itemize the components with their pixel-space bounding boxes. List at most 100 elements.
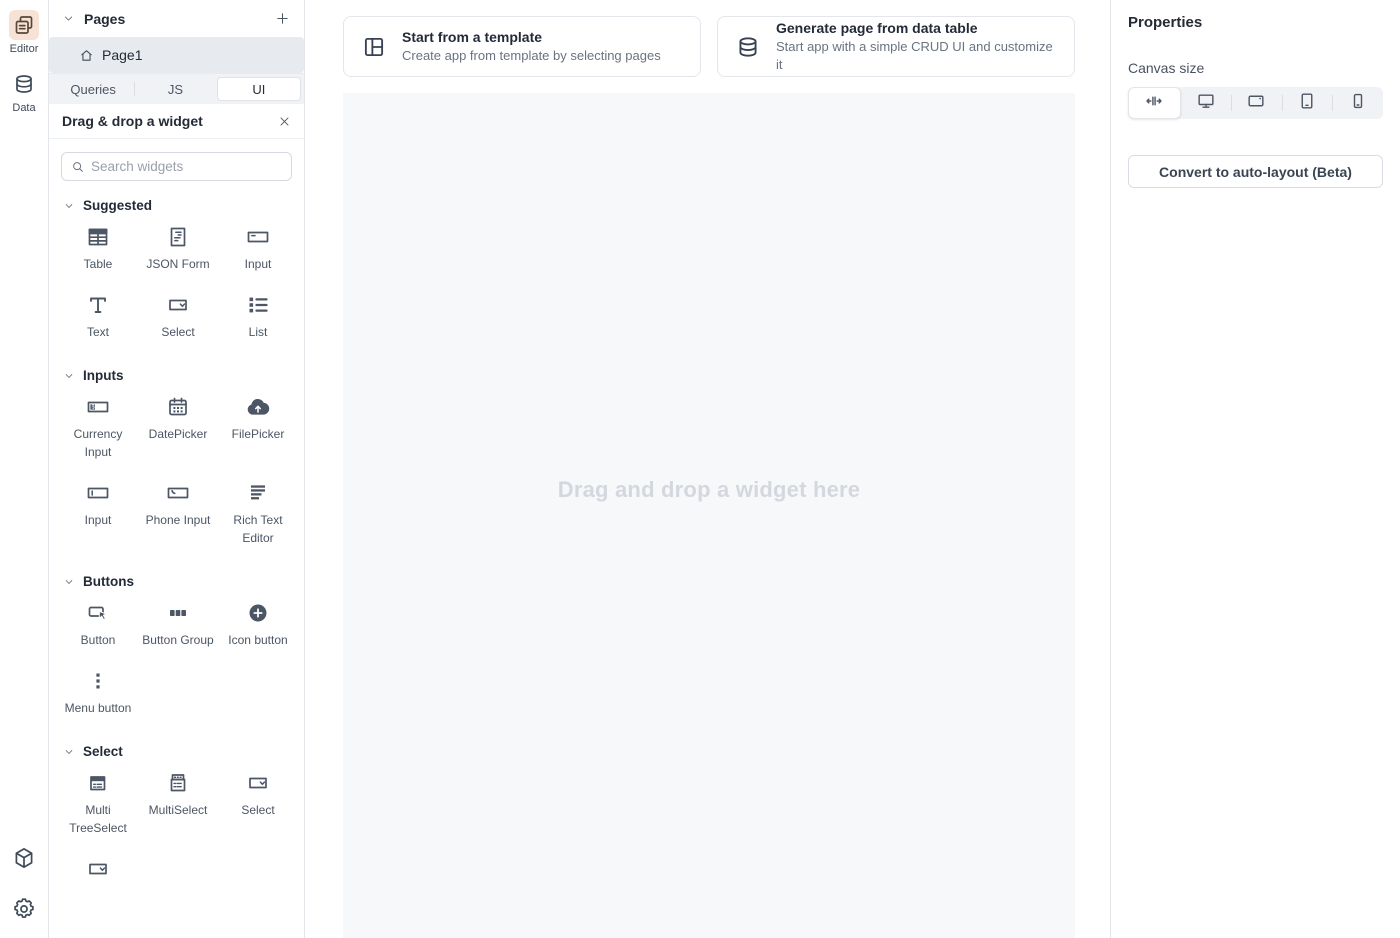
close-icon[interactable]: [278, 115, 291, 128]
widget-item-button[interactable]: Button: [58, 600, 138, 649]
widget-panel-header: Drag & drop a widget: [49, 104, 304, 139]
canvas-size-tablet-landscape[interactable]: [1231, 87, 1282, 119]
main-area: Start from a templateCreate app from tem…: [305, 0, 1110, 938]
tab-ui[interactable]: UI: [217, 77, 301, 101]
pages-title: Pages: [84, 11, 265, 27]
widget-item-label: List: [249, 323, 268, 341]
widget-item-currency-input[interactable]: $Currency Input: [58, 394, 138, 461]
widget-grid: Multi TreeSelectMultiSelect Select: [49, 770, 304, 894]
widget-item-select[interactable]: Select: [138, 292, 218, 341]
list-icon: [246, 292, 270, 318]
currency-input-icon: $: [86, 394, 110, 420]
button-icon: [86, 600, 110, 626]
widget-item-label: Button: [81, 631, 116, 649]
widget-item-select[interactable]: Select: [218, 770, 298, 837]
svg-text:$: $: [92, 405, 95, 411]
widget-grid: $Currency Input DatePicker FilePicker Input…: [49, 394, 304, 559]
app-root: Editor Data Pages Page1 QueriesJSUI Drag …: [0, 0, 1400, 938]
widget-item-label: DatePicker: [149, 425, 208, 443]
phone-input-icon: [166, 480, 190, 506]
rail-item-libraries[interactable]: [12, 846, 36, 875]
canvas-drop-area[interactable]: Drag and drop a widget here: [343, 93, 1075, 938]
editor-icon: [9, 10, 39, 40]
json-form-icon: [166, 224, 190, 250]
widget-section-suggested: Suggested Table JSON Form Input TextSelect Li…: [49, 183, 304, 353]
card-title: Generate page from data table: [776, 19, 1057, 38]
menu-button-icon: [86, 668, 110, 694]
starter-cards: Start from a templateCreate app from tem…: [343, 16, 1075, 77]
canvas-size-mobile[interactable]: [1332, 87, 1383, 119]
widget-item-datepicker[interactable]: DatePicker: [138, 394, 218, 461]
rail-item-label: Data: [12, 102, 35, 114]
widget-item-label: JSON Form: [146, 255, 209, 273]
widget-item-text[interactable]: Text: [58, 292, 138, 341]
page-item-label: Page1: [102, 47, 142, 63]
template-icon: [361, 34, 387, 60]
datepicker-icon: [166, 394, 190, 420]
rail-item-data[interactable]: Data: [9, 69, 39, 114]
card-title: Start from a template: [402, 28, 661, 47]
widget-item-icon-button[interactable]: Icon button: [218, 600, 298, 649]
widget-search-box: [61, 152, 292, 181]
properties-title: Properties: [1128, 14, 1383, 31]
mobile-icon: [1348, 91, 1368, 116]
cube-icon: [12, 846, 36, 875]
widget-item-input[interactable]: Input: [218, 224, 298, 273]
widget-item-phone-input[interactable]: Phone Input: [138, 480, 218, 547]
canvas-size-label: Canvas size: [1128, 60, 1383, 76]
widget-item-label: Icon button: [228, 631, 287, 649]
widget-section-header-buttons[interactable]: Buttons: [49, 559, 304, 600]
left-rail-bottom: [12, 846, 36, 928]
card-subtitle: Start app with a simple CRUD UI and cust…: [776, 38, 1057, 74]
card-generate-page-from-data-table[interactable]: Generate page from data tableStart app w…: [717, 16, 1075, 77]
widget-item-label: Phone Input: [146, 511, 211, 529]
chevron-down-icon: [64, 747, 74, 757]
table-icon: [86, 224, 110, 250]
widget-item-button-group[interactable]: Button Group: [138, 600, 218, 649]
widget-item-input[interactable]: Input: [58, 480, 138, 547]
widget-item-label: Multi TreeSelect: [60, 801, 136, 837]
widget-item-label: Menu button: [65, 699, 132, 717]
canvas-size-desktop[interactable]: [1181, 87, 1232, 119]
widget-section-title: Suggested: [83, 198, 152, 213]
widget-item-rich-text-editor[interactable]: Rich Text Editor: [218, 480, 298, 547]
chevron-down-icon[interactable]: [63, 13, 74, 24]
chevron-down-icon: [64, 577, 74, 587]
canvas-size-fluid-width[interactable]: [1128, 87, 1181, 119]
tab-js[interactable]: JS: [134, 77, 216, 101]
widget-item-label: Input: [245, 255, 272, 273]
desktop-icon: [1196, 91, 1216, 116]
search-input[interactable]: [91, 159, 282, 174]
widget-item-table[interactable]: Table: [58, 224, 138, 273]
widget-item-label: Input: [85, 511, 112, 529]
pages-list: Page1: [49, 37, 304, 73]
widget-item-menu-button[interactable]: Menu button: [58, 668, 138, 717]
widget-section-header-suggested[interactable]: Suggested: [49, 183, 304, 224]
convert-to-auto-layout-button[interactable]: Convert to auto-layout (Beta): [1128, 155, 1383, 188]
rail-item-editor[interactable]: Editor: [9, 10, 39, 55]
widget-item-list[interactable]: List: [218, 292, 298, 341]
filepicker-icon: [246, 394, 270, 420]
widget-section-header-inputs[interactable]: Inputs: [49, 353, 304, 394]
page-item-page1[interactable]: Page1: [49, 37, 304, 73]
left-rail: Editor Data: [0, 0, 49, 938]
widget-item-select-icon[interactable]: [58, 856, 138, 882]
rail-item-settings[interactable]: [12, 897, 36, 926]
widget-item-multiselect[interactable]: MultiSelect: [138, 770, 218, 837]
widget-item-label: Select: [241, 801, 274, 819]
widget-item-label: Button Group: [142, 631, 213, 649]
canvas-size-tablet[interactable]: [1282, 87, 1333, 119]
input-icon: [246, 224, 270, 250]
select-icon: [246, 770, 270, 796]
widget-item-json-form[interactable]: JSON Form: [138, 224, 218, 273]
card-subtitle: Create app from template by selecting pa…: [402, 47, 661, 65]
add-page-icon[interactable]: [275, 11, 290, 26]
rich-text-icon: [246, 480, 270, 506]
tab-queries[interactable]: Queries: [52, 77, 134, 101]
widget-item-multi-treeselect[interactable]: Multi TreeSelect: [58, 770, 138, 837]
widget-section-header-select[interactable]: Select: [49, 729, 304, 770]
widget-item-label: Table: [84, 255, 113, 273]
card-start-from-a-template[interactable]: Start from a templateCreate app from tem…: [343, 16, 701, 77]
properties-panel: Properties Canvas size Convert to auto-l…: [1110, 0, 1400, 938]
widget-item-filepicker[interactable]: FilePicker: [218, 394, 298, 461]
